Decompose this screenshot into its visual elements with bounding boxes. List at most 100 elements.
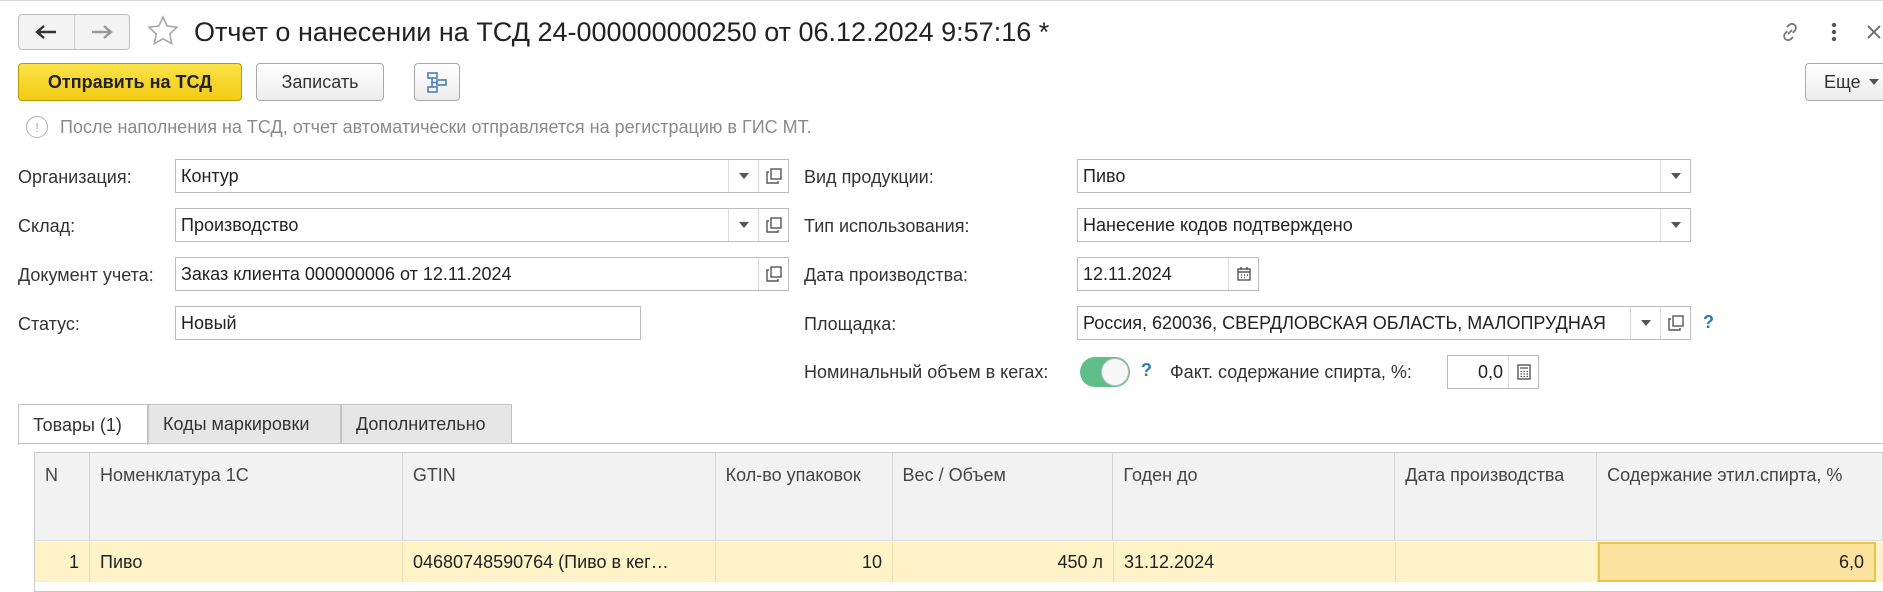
- tabs-divider: [18, 443, 1883, 444]
- kegs-help-button[interactable]: ?: [1141, 360, 1152, 381]
- usage-type-label: Тип использования:: [804, 216, 970, 236]
- org-dropdown-button[interactable]: [728, 160, 758, 192]
- col-alcohol[interactable]: Содержание этил.спирта, %: [1597, 453, 1883, 540]
- goods-table: N Номенклатура 1С GTIN Кол-во упаковок В…: [34, 452, 1883, 592]
- info-icon: !: [26, 116, 48, 138]
- org-open-button[interactable]: [758, 160, 788, 192]
- col-nomenclature[interactable]: Номенклатура 1С: [90, 453, 403, 540]
- more-menu-button[interactable]: [1820, 18, 1848, 46]
- site-help-button[interactable]: ?: [1703, 312, 1714, 333]
- table-header: N Номенклатура 1С GTIN Кол-во упаковок В…: [35, 453, 1883, 541]
- doc-field[interactable]: Заказ клиента 000000006 от 12.11.2024: [175, 257, 789, 291]
- toggle-knob: [1101, 358, 1129, 386]
- more-button-label: Еще: [1824, 71, 1861, 92]
- more-button[interactable]: Еще: [1805, 63, 1883, 101]
- chevron-down-icon: [738, 222, 749, 228]
- structure-icon: [427, 72, 447, 93]
- org-field[interactable]: Контур: [175, 159, 789, 193]
- table-row[interactable]: 1 Пиво 04680748590764 (Пиво в кег… 10 45…: [35, 542, 1883, 582]
- status-label: Статус:: [18, 314, 80, 334]
- page-title: Отчет о нанесении на ТСД 24-000000000250…: [194, 17, 1050, 47]
- col-n[interactable]: N: [35, 453, 90, 540]
- cell-nomenclature: Пиво: [90, 542, 403, 582]
- col-gtin[interactable]: GTIN: [403, 453, 716, 540]
- site-field[interactable]: Россия, 620036, СВЕРДЛОВСКАЯ ОБЛАСТЬ, МА…: [1077, 306, 1691, 340]
- prod-date-label: Дата производства:: [804, 265, 969, 285]
- site-open-button[interactable]: [1660, 307, 1690, 339]
- cell-weight-volume: 450 л: [893, 542, 1114, 582]
- doc-label: Документ учета:: [18, 265, 154, 285]
- org-label: Организация:: [18, 167, 132, 187]
- chevron-down-icon: [1670, 173, 1681, 179]
- site-label: Площадка:: [804, 314, 897, 334]
- doc-open-button[interactable]: [758, 258, 788, 290]
- calendar-button[interactable]: [1228, 258, 1258, 290]
- calendar-icon: [1236, 267, 1251, 281]
- doc-value: Заказ клиента 000000006 от 12.11.2024: [181, 263, 512, 284]
- warehouse-label: Склад:: [18, 216, 76, 236]
- chevron-down-icon: [1670, 222, 1681, 228]
- open-window-icon: [765, 217, 782, 233]
- warehouse-dropdown-button[interactable]: [728, 209, 758, 241]
- open-window-icon: [765, 266, 782, 282]
- col-prod-date[interactable]: Дата производства: [1395, 453, 1598, 540]
- usage-type-field[interactable]: Нанесение кодов подтверждено: [1077, 208, 1691, 242]
- alcohol-value: 0,0: [1477, 361, 1503, 382]
- cell-gtin: 04680748590764 (Пиво в кег…: [403, 542, 716, 582]
- product-kind-dropdown-button[interactable]: [1660, 160, 1690, 192]
- calculator-button[interactable]: [1508, 356, 1538, 388]
- favorite-star-button[interactable]: [146, 14, 180, 48]
- send-to-tsd-button[interactable]: Отправить на ТСД: [18, 63, 242, 101]
- product-kind-value: Пиво: [1083, 165, 1126, 186]
- open-window-icon: [1667, 315, 1684, 331]
- save-button[interactable]: Записать: [256, 63, 384, 101]
- org-value: Контур: [181, 165, 239, 186]
- structure-button[interactable]: [414, 63, 460, 101]
- close-button[interactable]: [1860, 18, 1883, 46]
- usage-type-dropdown-button[interactable]: [1660, 209, 1690, 241]
- star-icon: [147, 15, 179, 46]
- chevron-down-icon: [738, 173, 749, 179]
- site-dropdown-button[interactable]: [1630, 307, 1660, 339]
- cell-packages: 10: [716, 542, 893, 582]
- status-value: Новый: [181, 312, 237, 333]
- kegs-toggle[interactable]: [1080, 357, 1130, 387]
- info-text: После наполнения на ТСД, отчет автоматич…: [60, 116, 812, 137]
- link-icon: [1783, 22, 1797, 42]
- link-button[interactable]: [1776, 18, 1804, 46]
- chevron-down-icon: [1640, 320, 1651, 326]
- cell-expiry: 31.12.2024: [1114, 542, 1396, 582]
- back-button[interactable]: [19, 15, 74, 49]
- status-field: Новый: [175, 306, 641, 340]
- col-weight-volume[interactable]: Вес / Объем: [893, 453, 1114, 540]
- nav-buttons: [18, 14, 130, 50]
- arrow-left-icon: [35, 25, 57, 39]
- chevron-down-icon: [1868, 79, 1879, 85]
- prod-date-field[interactable]: 12.11.2024: [1077, 257, 1259, 291]
- site-value: Россия, 620036, СВЕРДЛОВСКАЯ ОБЛАСТЬ, МА…: [1083, 312, 1606, 333]
- cell-alcohol[interactable]: 6,0: [1598, 542, 1876, 582]
- warehouse-field[interactable]: Производство: [175, 208, 789, 242]
- col-packages[interactable]: Кол-во упаковок: [716, 453, 893, 540]
- close-icon: [1867, 25, 1881, 39]
- alcohol-label: Факт. содержание спирта, %:: [1170, 362, 1412, 382]
- warehouse-value: Производство: [181, 214, 299, 235]
- usage-type-value: Нанесение кодов подтверждено: [1083, 214, 1353, 235]
- warehouse-open-button[interactable]: [758, 209, 788, 241]
- kegs-label: Номинальный объем в кегах:: [804, 362, 1049, 382]
- product-kind-field[interactable]: Пиво: [1077, 159, 1691, 193]
- info-message: ! После наполнения на ТСД, отчет автомат…: [26, 116, 812, 138]
- prod-date-value: 12.11.2024: [1083, 263, 1172, 284]
- window-top-border: [0, 0, 1883, 1]
- tab-additional[interactable]: Дополнительно: [341, 404, 512, 444]
- arrow-right-icon: [91, 25, 113, 39]
- calculator-icon: [1516, 364, 1531, 380]
- open-window-icon: [765, 168, 782, 184]
- alcohol-field[interactable]: 0,0: [1447, 355, 1539, 389]
- cell-prod-date: [1396, 542, 1598, 582]
- col-expiry[interactable]: Годен до: [1113, 453, 1396, 540]
- tab-goods[interactable]: Товары (1): [18, 404, 148, 445]
- product-kind-label: Вид продукции:: [804, 167, 934, 187]
- tab-marking-codes[interactable]: Коды маркировки: [148, 404, 341, 444]
- forward-button[interactable]: [73, 15, 130, 49]
